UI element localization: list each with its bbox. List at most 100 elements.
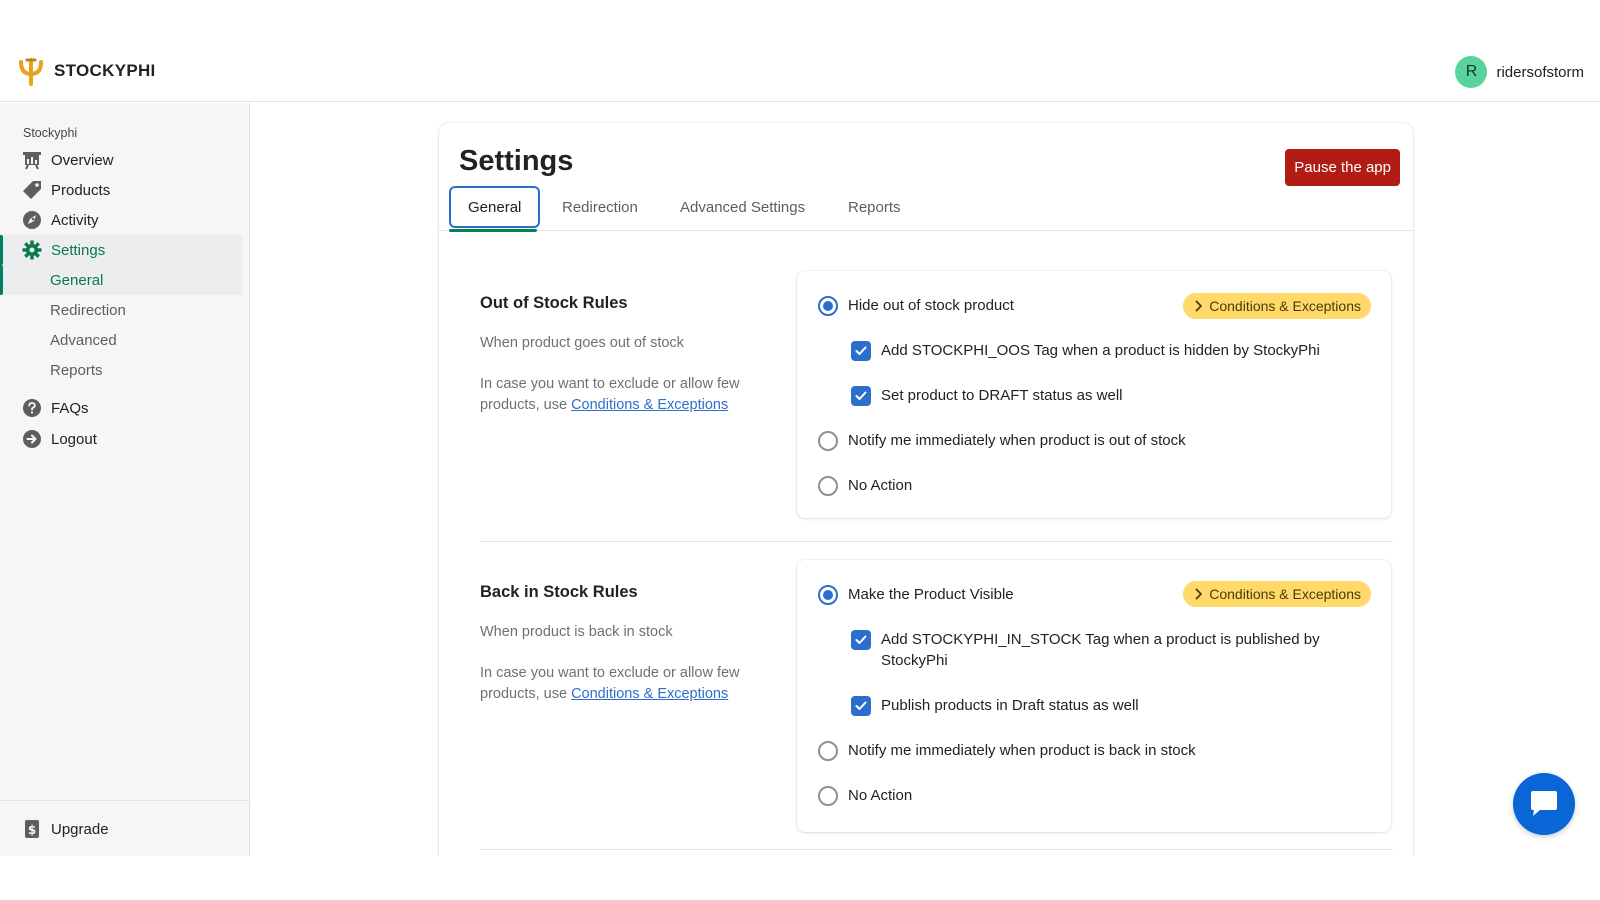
- page-bottom-edge: [0, 856, 1600, 900]
- no-action-out-of-stock-radio[interactable]: No Action: [818, 476, 912, 497]
- sidebar-item-faqs[interactable]: FAQs: [0, 393, 242, 423]
- option-label: No Action: [848, 477, 913, 494]
- sidebar-subitem-redirection[interactable]: Redirection: [0, 295, 242, 325]
- chevron-right-icon: [1195, 588, 1203, 600]
- conditions-exceptions-badge[interactable]: Conditions & Exceptions: [1183, 293, 1371, 319]
- checkmark-icon: [855, 701, 867, 710]
- sidebar-item-label: FAQs: [51, 399, 89, 417]
- back-in-stock-options-card: Conditions & Exceptions Make the Product…: [797, 560, 1391, 832]
- avatar: R: [1455, 56, 1488, 88]
- chart-board-icon: [22, 150, 42, 170]
- svg-text:$: $: [28, 823, 36, 837]
- option-label: Add STOCKYPHI_IN_STOCK Tag when a produc…: [881, 631, 1320, 669]
- conditions-exceptions-link[interactable]: Conditions & Exceptions: [571, 397, 728, 413]
- radio-selected[interactable]: [818, 585, 838, 605]
- out-of-stock-desc: When product goes out of stock: [480, 335, 684, 351]
- sidebar-subitem-advanced[interactable]: Advanced: [0, 325, 242, 355]
- option-label: Set product to DRAFT status as well: [881, 387, 1123, 404]
- tab-reports[interactable]: Reports: [848, 186, 901, 228]
- checkbox-checked[interactable]: [851, 630, 871, 650]
- no-action-back-in-stock-radio[interactable]: No Action: [818, 786, 912, 807]
- sidebar-item-overview[interactable]: Overview: [0, 145, 242, 175]
- rocket-icon: [22, 210, 42, 230]
- notify-back-in-stock-radio[interactable]: Notify me immediately when product is ba…: [818, 741, 1196, 762]
- section-divider: [480, 541, 1393, 542]
- option-label: Hide out of stock product: [848, 297, 1014, 314]
- stockyphi-logo-icon: [19, 58, 43, 86]
- out-of-stock-help: In case you want to exclude or allow few…: [480, 374, 780, 415]
- user-name: ridersofstorm: [1496, 63, 1584, 81]
- radio-unselected[interactable]: [818, 741, 838, 761]
- sidebar-subitem-general[interactable]: General: [0, 265, 242, 295]
- section-divider: [480, 849, 1393, 850]
- sidebar-item-label: Activity: [51, 211, 99, 229]
- sidebar-item-label: Overview: [51, 151, 114, 169]
- back-in-stock-title: Back in Stock Rules: [480, 583, 638, 601]
- radio-unselected[interactable]: [818, 786, 838, 806]
- sidebar-item-label: Logout: [51, 430, 97, 448]
- brand[interactable]: STOCKYPHI: [16, 56, 156, 86]
- badge-label: Conditions & Exceptions: [1209, 298, 1361, 314]
- tab-general[interactable]: General: [449, 186, 541, 228]
- option-label: Notify me immediately when product is ou…: [848, 432, 1186, 449]
- checkmark-icon: [855, 635, 867, 644]
- sidebar-item-logout[interactable]: Logout: [0, 424, 242, 454]
- sidebar-item-label: Upgrade: [51, 820, 109, 838]
- pause-app-button[interactable]: Pause the app: [1285, 149, 1400, 186]
- sidebar-item-activity[interactable]: Activity: [0, 205, 242, 235]
- chat-button[interactable]: [1513, 773, 1575, 835]
- option-label: Add STOCKPHI_OOS Tag when a product is h…: [881, 342, 1320, 359]
- chat-bubble-icon: [1531, 791, 1557, 816]
- tab-advanced-settings[interactable]: Advanced Settings: [680, 186, 805, 228]
- settings-card: Settings Pause the app General Redirecti…: [439, 123, 1413, 883]
- sidebar-item-label: Products: [51, 181, 111, 199]
- top-bar: STOCKYPHI R ridersofstorm: [0, 46, 1600, 102]
- back-in-stock-desc: When product is back in stock: [480, 624, 673, 640]
- sidebar-item-settings[interactable]: Settings: [0, 235, 242, 265]
- checkmark-icon: [855, 391, 867, 400]
- add-in-stock-tag-checkbox[interactable]: Add STOCKYPHI_IN_STOCK Tag when a produc…: [851, 630, 1331, 671]
- checkbox-checked[interactable]: [851, 341, 871, 361]
- sidebar-item-label: Settings: [51, 241, 106, 259]
- radio-selected[interactable]: [818, 296, 838, 316]
- gear-icon: [22, 240, 42, 260]
- sidebar-item-upgrade[interactable]: $ Upgrade: [0, 814, 242, 844]
- option-label: Publish products in Draft status as well: [881, 697, 1139, 714]
- conditions-exceptions-badge[interactable]: Conditions & Exceptions: [1183, 581, 1371, 607]
- chevron-right-icon: [1195, 300, 1203, 312]
- badge-label: Conditions & Exceptions: [1209, 586, 1361, 602]
- arrow-right-circle-icon: [22, 429, 42, 449]
- help-circle-icon: [22, 398, 42, 418]
- tag-icon: [22, 180, 42, 200]
- user-menu[interactable]: R ridersofstorm: [1455, 56, 1584, 88]
- tab-redirection[interactable]: Redirection: [562, 186, 638, 228]
- publish-draft-checkbox[interactable]: Publish products in Draft status as well: [851, 696, 1139, 717]
- set-draft-checkbox[interactable]: Set product to DRAFT status as well: [851, 386, 1123, 407]
- back-in-stock-help: In case you want to exclude or allow few…: [480, 663, 780, 704]
- checkbox-checked[interactable]: [851, 696, 871, 716]
- checkbox-checked[interactable]: [851, 386, 871, 406]
- sidebar-item-products[interactable]: Products: [0, 175, 242, 205]
- make-visible-radio[interactable]: Make the Product Visible: [818, 585, 1014, 606]
- notify-out-of-stock-radio[interactable]: Notify me immediately when product is ou…: [818, 431, 1186, 452]
- out-of-stock-options-card: Conditions & Exceptions Hide out of stoc…: [797, 271, 1391, 518]
- conditions-exceptions-link[interactable]: Conditions & Exceptions: [571, 686, 728, 702]
- option-label: Notify me immediately when product is ba…: [848, 742, 1196, 759]
- sidebar-footer: $ Upgrade: [0, 800, 249, 856]
- sidebar: Stockyphi Overview Products Activity Set…: [0, 103, 250, 856]
- option-label: No Action: [848, 787, 913, 804]
- add-oos-tag-checkbox[interactable]: Add STOCKPHI_OOS Tag when a product is h…: [851, 341, 1320, 362]
- checkmark-icon: [855, 346, 867, 355]
- out-of-stock-title: Out of Stock Rules: [480, 294, 628, 312]
- hide-out-of-stock-radio[interactable]: Hide out of stock product: [818, 296, 1014, 317]
- radio-unselected[interactable]: [818, 431, 838, 451]
- sidebar-section-title: Stockyphi: [23, 126, 78, 140]
- sidebar-subitem-reports[interactable]: Reports: [0, 355, 242, 385]
- settings-tabs: General Redirection Advanced Settings Re…: [439, 185, 1413, 232]
- active-tab-indicator: [449, 229, 537, 232]
- option-label: Make the Product Visible: [848, 586, 1014, 603]
- dollar-document-icon: $: [22, 819, 42, 839]
- brand-name: STOCKYPHI: [54, 61, 156, 80]
- radio-unselected[interactable]: [818, 476, 838, 496]
- page-title: Settings: [459, 145, 574, 177]
